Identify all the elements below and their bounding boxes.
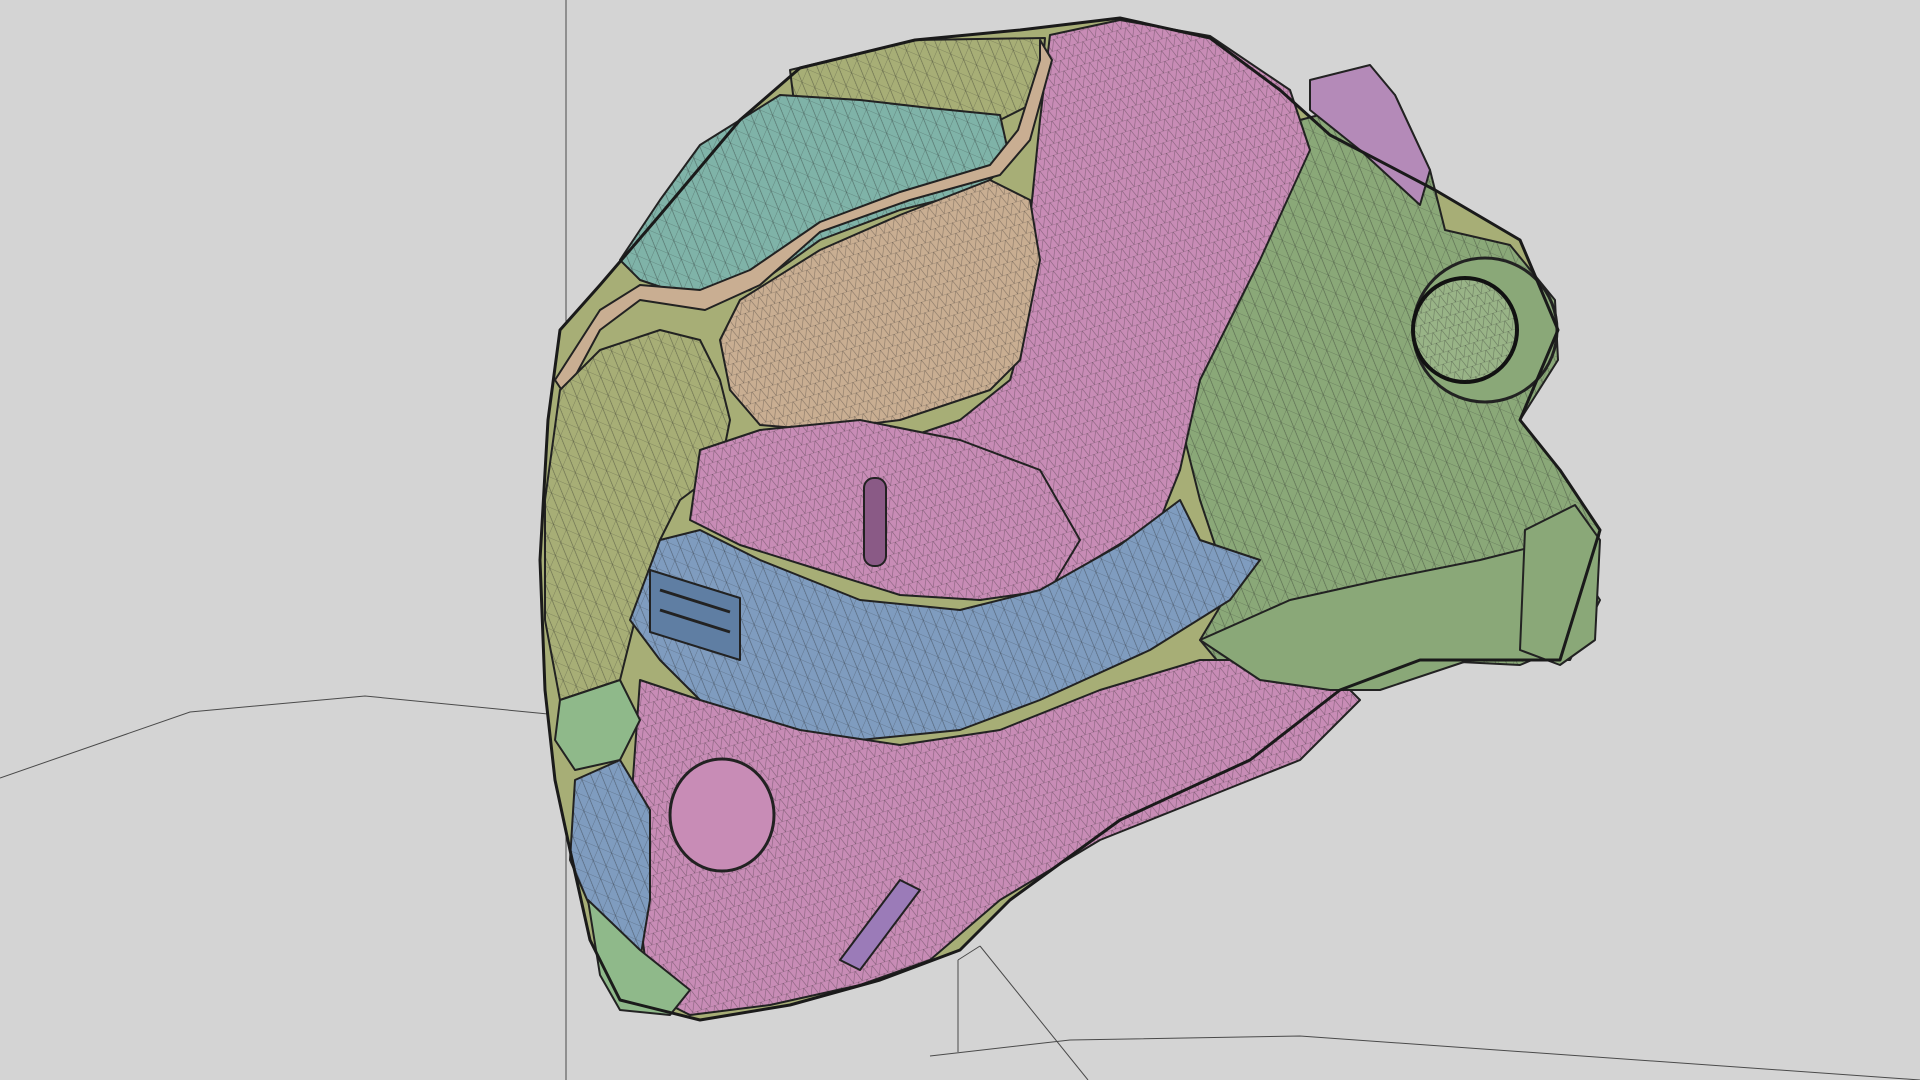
viewport-canvas[interactable] [0, 0, 1920, 1080]
helmet-model[interactable] [538, 16, 1602, 1022]
3d-viewport[interactable] [0, 0, 1920, 1080]
ear-module-disc [1413, 278, 1517, 382]
ground-grid-line [979, 945, 1089, 1080]
jaw-circle-port [668, 757, 776, 873]
vent-slot [863, 477, 887, 567]
ground-grid-line [929, 1035, 1920, 1080]
rear-knob [1519, 504, 1601, 666]
ground-grid-line [0, 695, 549, 779]
